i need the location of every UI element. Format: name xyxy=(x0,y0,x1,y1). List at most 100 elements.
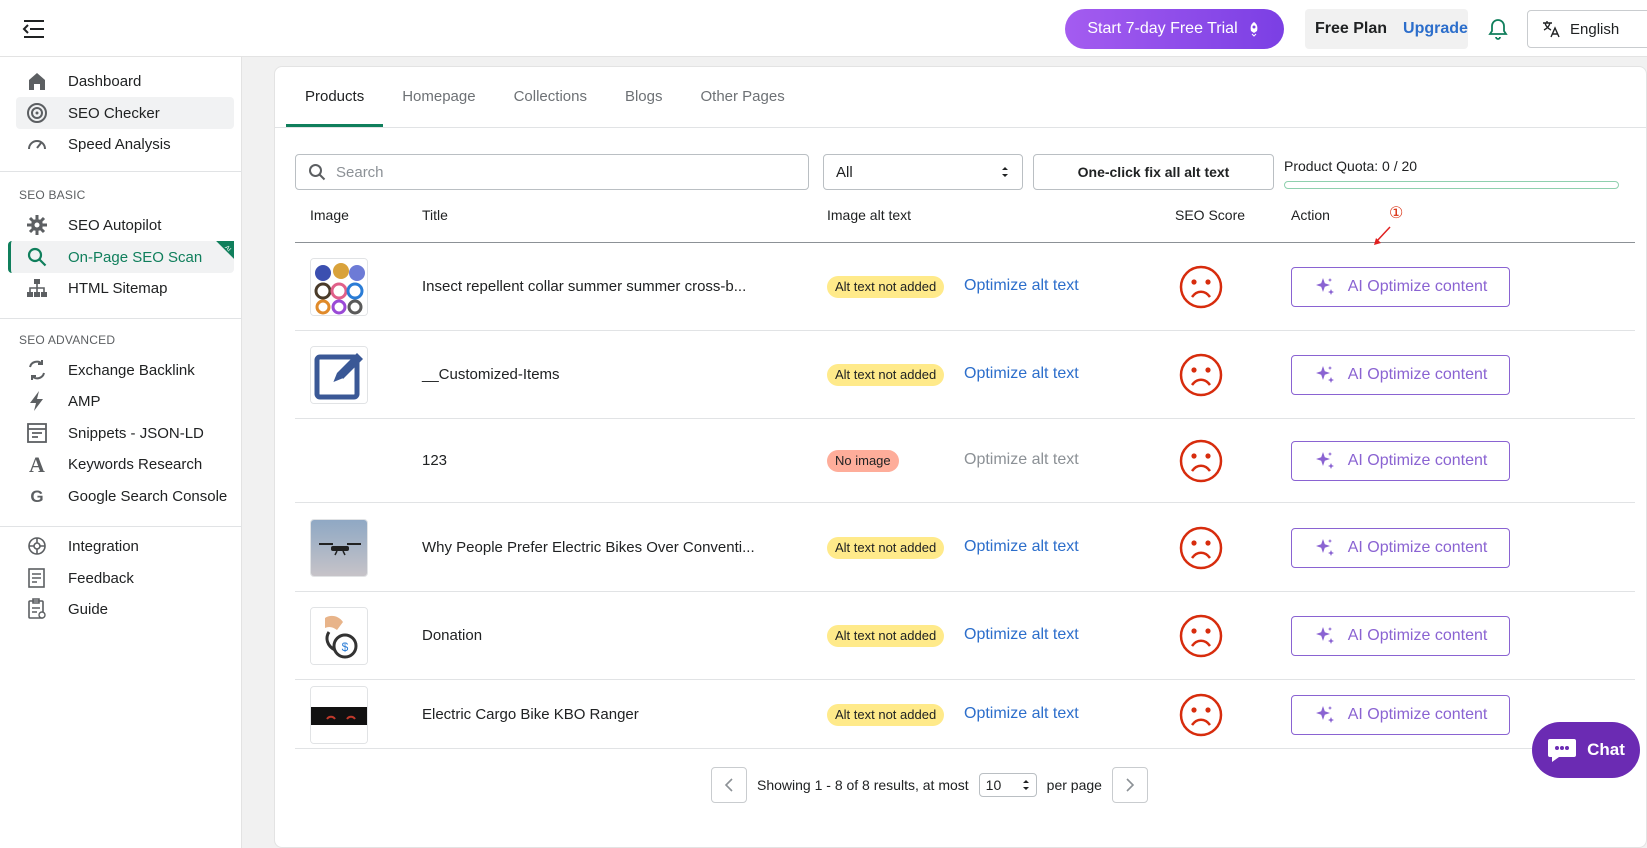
ai-optimize-label: AI Optimize content xyxy=(1347,452,1488,469)
ai-optimize-content-button[interactable]: AI Optimize content xyxy=(1291,616,1510,656)
tab-other-pages[interactable]: Other Pages xyxy=(682,67,804,127)
plan-name: Free Plan xyxy=(1315,20,1388,37)
sidebar-item-seo-autopilot[interactable]: SEO Autopilot xyxy=(16,209,234,241)
optimize-alt-text-link[interactable]: Optimize alt text xyxy=(964,365,1079,383)
filter-select[interactable]: All xyxy=(823,154,1023,190)
row-title: Why People Prefer Electric Bikes Over Co… xyxy=(422,538,755,556)
sidebar-item-label: On-Page SEO Scan xyxy=(68,248,203,266)
ai-optimize-content-button[interactable]: AI Optimize content xyxy=(1291,441,1510,481)
filter-select-value: All xyxy=(836,163,853,181)
sidebar-item-snippets[interactable]: Snippets - JSON-LD xyxy=(16,417,234,449)
header-alt-text: Image alt text xyxy=(827,207,912,223)
ai-optimize-content-button[interactable]: AI Optimize content xyxy=(1291,266,1510,307)
status-badge: Alt text not added xyxy=(827,703,945,726)
table-row: Electric Cargo Bike KBO Ranger Alt text n… xyxy=(295,680,1635,749)
sidebar-item-feedback[interactable]: Feedback xyxy=(16,562,234,594)
per-page-select[interactable]: 10 xyxy=(978,773,1037,797)
sidebar-item-amp[interactable]: AMP xyxy=(16,385,234,417)
sidebar-item-on-page-seo-scan[interactable]: On-Page SEO Scan AI xyxy=(8,241,234,273)
annotation-marker: ① xyxy=(1389,205,1404,222)
ai-optimize-content-button[interactable]: AI Optimize content xyxy=(1291,527,1510,568)
sidebar-item-dashboard[interactable]: Dashboard xyxy=(16,65,234,97)
sidebar: Dashboard SEO Checker Speed Analysis SEO… xyxy=(0,57,242,848)
table-row: 123 No image Optimize alt text AI Optimize … xyxy=(295,419,1635,503)
ai-optimize-label: AI Optimize content xyxy=(1347,538,1488,556)
sad-face-icon xyxy=(1179,353,1223,397)
sparkle-icon xyxy=(1315,705,1334,723)
row-title: Electric Cargo Bike KBO Ranger xyxy=(422,705,639,723)
sidebar-item-guide[interactable]: Guide xyxy=(16,593,234,625)
integration-icon xyxy=(28,537,46,555)
svg-text:G: G xyxy=(30,487,43,506)
tab-blogs[interactable]: Blogs xyxy=(606,67,682,127)
tab-products[interactable]: Products xyxy=(286,67,384,127)
target-icon xyxy=(27,103,47,123)
optimize-alt-text-link[interactable]: Optimize alt text xyxy=(964,277,1079,295)
home-icon xyxy=(29,73,45,90)
tab-homepage[interactable]: Homepage xyxy=(383,67,494,127)
guide-icon xyxy=(28,598,46,619)
status-badge: Alt text not added xyxy=(827,275,945,298)
sidebar-item-label: Exchange Backlink xyxy=(68,361,195,379)
sad-face-icon xyxy=(1179,265,1223,309)
fix-all-alt-text-button[interactable]: One-click fix all alt text xyxy=(1033,154,1274,190)
next-page-button[interactable] xyxy=(1111,767,1148,803)
optimize-alt-text-link: Optimize alt text xyxy=(964,451,1079,468)
sad-face-icon xyxy=(1179,439,1223,483)
row-title: Insect repellent collar summer summer cr… xyxy=(422,277,747,295)
ai-optimize-content-button[interactable]: AI Optimize content xyxy=(1291,355,1510,395)
prev-page-button[interactable] xyxy=(711,767,747,803)
top-bar: Start 7-day Free Trial Free Plan Upgrade… xyxy=(0,0,1647,57)
plan-box: Free Plan Upgrade xyxy=(1305,9,1468,49)
collapse-menu-icon[interactable] xyxy=(22,18,46,40)
ai-optimize-label: AI Optimize content xyxy=(1347,705,1488,723)
sitemap-icon xyxy=(27,279,47,297)
per-page-value: 10 xyxy=(985,777,1002,793)
language-selector[interactable]: English xyxy=(1527,10,1647,48)
sad-face-icon xyxy=(1179,526,1223,570)
product-thumbnail xyxy=(310,685,368,744)
row-title: Donation xyxy=(422,627,483,644)
product-thumbnail: $ xyxy=(310,607,368,665)
sidebar-item-google-search-console[interactable]: G Google Search Console xyxy=(16,480,234,512)
tabs-divider xyxy=(275,127,1647,128)
upgrade-link[interactable]: Upgrade xyxy=(1403,20,1468,38)
optimize-alt-text-link[interactable]: Optimize alt text xyxy=(964,626,1079,644)
bell-icon[interactable] xyxy=(1488,18,1508,40)
ai-optimize-label: AI Optimize content xyxy=(1347,277,1488,295)
sidebar-divider xyxy=(0,171,242,172)
quota-label: Product Quota: 0 / 20 xyxy=(1284,158,1418,174)
sidebar-item-label: Dashboard xyxy=(68,72,142,90)
sparkle-icon xyxy=(1315,627,1334,644)
ai-optimize-label: AI Optimize content xyxy=(1347,366,1488,383)
chat-button[interactable]: Chat xyxy=(1532,722,1640,778)
sidebar-divider xyxy=(0,526,242,527)
header-title: Title xyxy=(422,207,448,223)
search-field[interactable] xyxy=(295,154,809,190)
optimize-alt-text-link[interactable]: Optimize alt text xyxy=(964,538,1079,556)
free-trial-button[interactable]: Start 7-day Free Trial xyxy=(1065,9,1284,49)
optimize-alt-text-link[interactable]: Optimize alt text xyxy=(964,705,1079,723)
sidebar-item-html-sitemap[interactable]: HTML Sitemap xyxy=(16,272,234,304)
ai-optimize-content-button[interactable]: AI Optimize content xyxy=(1291,694,1510,735)
sidebar-item-label: Snippets - JSON-LD xyxy=(68,424,204,442)
sidebar-item-keywords-research[interactable]: A Keywords Research xyxy=(16,448,234,480)
header-seo-score: SEO Score xyxy=(1175,207,1246,223)
pagination-summary: Showing 1 - 8 of 8 results, at most xyxy=(757,777,969,793)
sad-face-icon xyxy=(1179,614,1223,658)
search-input[interactable] xyxy=(336,163,776,181)
status-badge: Alt text not added xyxy=(827,625,945,647)
sidebar-item-exchange-backlink[interactable]: Exchange Backlink xyxy=(16,354,234,386)
sidebar-item-integration[interactable]: Integration xyxy=(16,530,234,562)
status-badge: No image xyxy=(827,450,899,472)
sidebar-item-seo-checker[interactable]: SEO Checker xyxy=(16,97,234,129)
select-arrows-icon xyxy=(1002,167,1008,177)
rocket-icon xyxy=(1250,22,1258,37)
tab-collections[interactable]: Collections xyxy=(495,67,606,127)
chevron-right-icon xyxy=(1126,778,1135,792)
per-page-label: per page xyxy=(1046,777,1102,793)
sidebar-item-speed-analysis[interactable]: Speed Analysis xyxy=(16,128,234,160)
select-arrows-icon xyxy=(1022,780,1029,790)
google-icon: G xyxy=(30,487,43,506)
speedometer-icon xyxy=(28,140,46,150)
